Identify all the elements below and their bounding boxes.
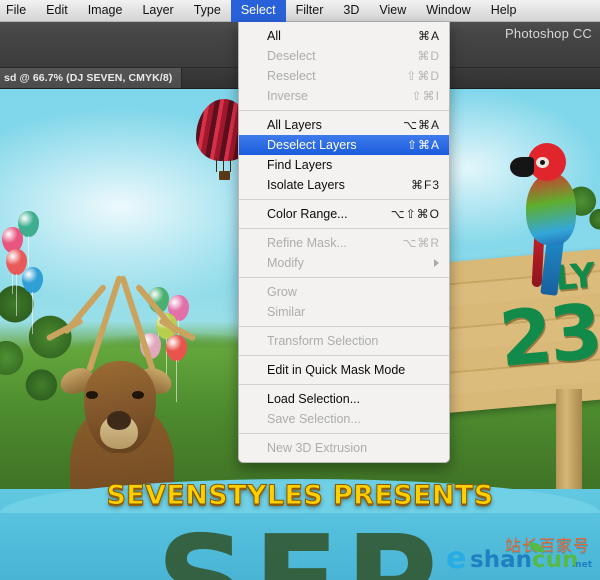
select-dropdown-menu[interactable]: All ⌘A Deselect ⌘D Reselect ⇧⌘D Inverse ⇧⌘I All … (238, 22, 450, 463)
menu-item-label: Modify (267, 256, 304, 270)
menu-item-label: Deselect (267, 49, 316, 63)
app-title: Photoshop CC (505, 26, 592, 41)
menu-item-inverse: Inverse ⇧⌘I (239, 86, 449, 106)
watermark-e-icon: e (446, 541, 467, 576)
menu-item-load-selection[interactable]: Load Selection... (239, 389, 449, 409)
menu-item-save-selection: Save Selection... (239, 409, 449, 429)
deer-eye (86, 391, 98, 399)
menubar-item-type[interactable]: Type (184, 1, 231, 20)
parrot-body (526, 173, 576, 245)
watermark-brand-first: shan (470, 547, 532, 573)
menu-item-transform-selection: Transform Selection (239, 331, 449, 351)
menubar-item-image[interactable]: Image (78, 1, 133, 20)
menu-item-similar: Similar (239, 302, 449, 322)
menu-separator (239, 355, 449, 356)
menubar-item-help[interactable]: Help (481, 1, 527, 20)
menu-item-isolate-layers[interactable]: Isolate Layers ⌘F3 (239, 175, 449, 195)
photoshop-window: LY 23 SEP SEVENSTYLES PRESENTS 站长百家号 e s… (0, 0, 600, 580)
document-tab[interactable]: sd @ 66.7% (DJ SEVEN, CMYK/8) (0, 67, 183, 88)
parrot-beak (510, 157, 534, 177)
menu-item-label: Reselect (267, 69, 316, 83)
menubar-item-3d[interactable]: 3D (333, 1, 369, 20)
menu-item-label: Load Selection... (267, 392, 361, 406)
menu-separator (239, 433, 449, 434)
menu-bar: File Edit Image Layer Type Select Filter 3D View… (0, 0, 600, 22)
menu-item-reselect: Reselect ⇧⌘D (239, 66, 449, 86)
menubar-item-filter[interactable]: Filter (286, 1, 334, 20)
watermark: 站长百家号 e shancun .net (444, 530, 596, 576)
menu-item-shortcut: ⇧⌘A (406, 138, 440, 152)
chevron-right-icon (434, 259, 439, 267)
menu-item-shortcut: ⌥⌘R (402, 236, 440, 250)
menu-item-grow: Grow (239, 282, 449, 302)
menu-separator (239, 384, 449, 385)
menu-item-new-3d-extrusion: New 3D Extrusion (239, 438, 449, 458)
menu-item-label: Isolate Layers (267, 178, 345, 192)
menu-separator (239, 326, 449, 327)
menu-item-shortcut: ⌥⇧⌘O (390, 207, 440, 221)
menu-item-label: Save Selection... (267, 412, 361, 426)
menu-separator (239, 110, 449, 111)
menubar-item-layer[interactable]: Layer (132, 1, 183, 20)
menu-item-label: Deselect Layers (267, 138, 357, 152)
menubar-item-view[interactable]: View (369, 1, 416, 20)
menubar-item-file[interactable]: File (0, 1, 36, 20)
menu-item-refine-mask: Refine Mask... ⌥⌘R (239, 233, 449, 253)
menu-item-find-layers[interactable]: Find Layers (239, 155, 449, 175)
menu-item-shortcut: ⌥⌘A (403, 118, 440, 132)
menu-item-label: Inverse (267, 89, 308, 103)
menu-item-deselect-layers[interactable]: Deselect Layers ⇧⌘A (239, 135, 449, 155)
menu-item-label: Transform Selection (267, 334, 379, 348)
menu-item-color-range[interactable]: Color Range... ⌥⇧⌘O (239, 204, 449, 224)
menu-item-shortcut: ⇧⌘D (406, 69, 440, 83)
menu-item-label: Color Range... (267, 207, 348, 221)
menu-separator (239, 228, 449, 229)
menu-item-label: Grow (267, 285, 297, 299)
menubar-item-window[interactable]: Window (416, 1, 480, 20)
menubar-item-edit[interactable]: Edit (36, 1, 78, 20)
menu-item-all-layers[interactable]: All Layers ⌥⌘A (239, 115, 449, 135)
menu-item-label: New 3D Extrusion (267, 441, 368, 455)
menu-separator (239, 199, 449, 200)
menu-item-shortcut: ⌘D (417, 49, 440, 63)
parrot-illustration (500, 133, 592, 296)
menu-item-shortcut: ⌘A (417, 29, 440, 43)
menu-item-label: All Layers (267, 118, 322, 132)
balloon-basket (219, 171, 230, 180)
menu-item-label: Edit in Quick Mask Mode (267, 363, 406, 377)
menubar-item-select[interactable]: Select (230, 0, 286, 22)
menu-item-modify: Modify (239, 253, 449, 273)
menu-item-edit-in-quick-mask-mode[interactable]: Edit in Quick Mask Mode (239, 360, 449, 380)
menu-item-shortcut: ⌘F3 (410, 178, 440, 192)
menu-item-shortcut: ⇧⌘I (411, 89, 440, 103)
deer-eye (132, 391, 144, 399)
menu-item-all[interactable]: All ⌘A (239, 26, 449, 46)
watermark-tld: .net (571, 560, 592, 570)
artwork-headline: SEVENSTYLES PRESENTS (106, 480, 494, 512)
menu-item-label: Find Layers (267, 158, 333, 172)
menu-item-deselect: Deselect ⌘D (239, 46, 449, 66)
deer-nose (107, 411, 131, 430)
menu-item-label: Similar (267, 305, 306, 319)
watermark-brand: shancun (470, 549, 578, 572)
menu-item-label: All (267, 29, 281, 43)
menu-separator (239, 277, 449, 278)
sign-line-2: 23 (495, 286, 600, 384)
menu-item-label: Refine Mask... (267, 236, 347, 250)
parrot-eye (540, 160, 545, 165)
